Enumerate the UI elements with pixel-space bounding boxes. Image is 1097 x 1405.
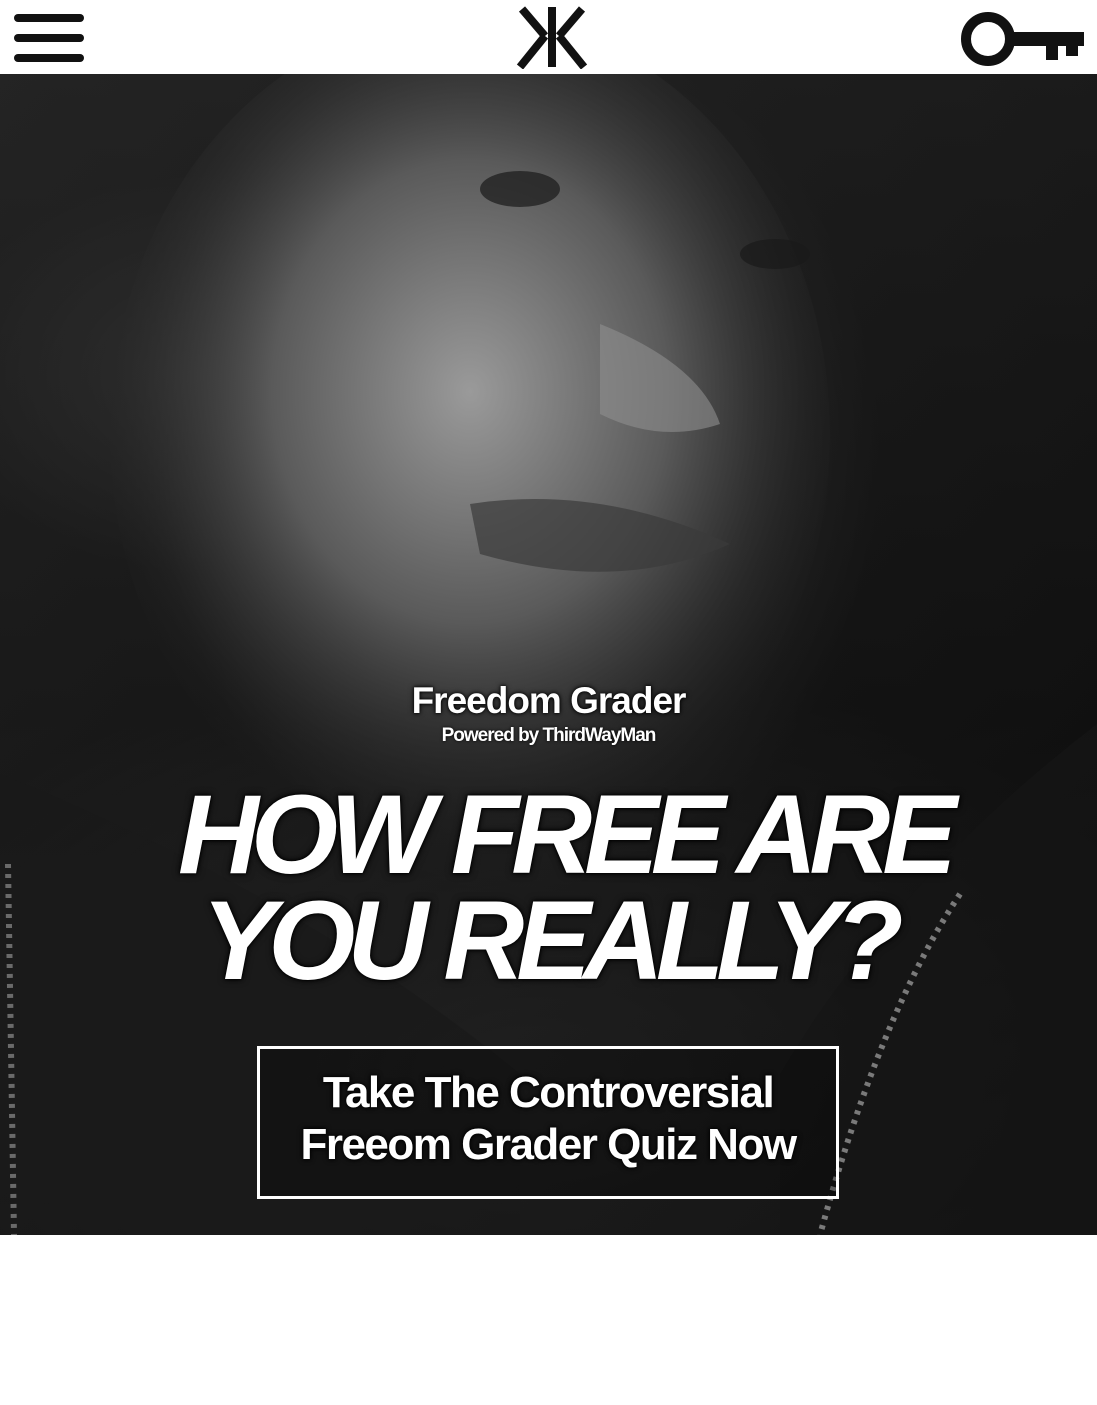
page-footer-area [0,1235,1097,1405]
hero-section: Freedom Grader Powered by ThirdWayMan HO… [0,74,1097,1235]
headline-line-1: HOW FREE ARE [178,772,957,897]
take-quiz-button[interactable]: Take The Controversial Freeom Grader Qui… [257,1046,839,1199]
hamburger-menu-icon-bar [14,34,84,42]
cta-line-1: Take The Controversial [322,1067,775,1117]
key-icon[interactable] [960,10,1086,68]
hero-text-layer: Freedom Grader Powered by ThirdWayMan HO… [0,74,1097,1235]
zhe-logo-icon[interactable] [515,5,589,69]
top-navigation-bar [0,0,1097,74]
hamburger-menu-icon [14,14,84,22]
headline-line-2: YOU REALLY? [201,878,904,1003]
menu-button[interactable] [14,12,84,64]
cta-line-2: Freeom Grader Quiz Now [300,1119,797,1169]
hamburger-menu-icon-bar [14,54,84,62]
hero-headline: HOW FREE ARE YOU REALLY? [0,772,1097,1003]
brand-title: Freedom Grader [411,680,687,721]
brand-subtitle: Powered by ThirdWayMan [441,725,657,746]
